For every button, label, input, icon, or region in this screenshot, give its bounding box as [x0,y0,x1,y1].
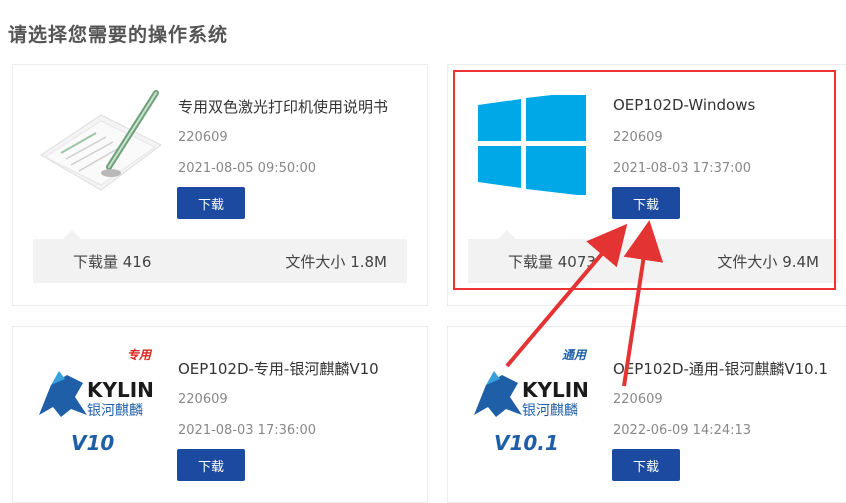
card-stats: 下载量 416 文件大小 1.8M [33,230,407,283]
kylin-brand-label: KYLIN [87,378,154,402]
card-date: 2022-06-09 14:24:13 [613,423,752,438]
kylin-edition-label: 通用 [562,348,588,362]
kylin-logo-icon: 通用 KYLIN 银河麒麟 V10.1 [466,345,606,455]
download-button[interactable]: 下载 [612,449,680,481]
card-version: 220609 [178,392,228,407]
card-stats: 下载量 4073 文件大小 9.4M [468,230,839,283]
card-title: OEP102D-专用-银河麒麟V10 [178,360,379,378]
download-count: 下载量 416 [73,253,152,271]
file-size: 文件大小 1.8M [285,253,387,271]
page-title: 请选择您需要的操作系统 [8,24,229,46]
kylin-version-label: V10.1 [494,431,559,455]
kylin-brand-label: KYLIN [522,378,589,402]
download-card-manual: 专用双色激光打印机使用说明书 220609 2021-08-05 09:50:0… [12,64,428,306]
card-date: 2021-08-03 17:36:00 [178,423,317,438]
card-title: 专用双色激光打印机使用说明书 [178,98,389,116]
card-date: 2021-08-03 17:37:00 [613,161,752,176]
card-version: 220609 [613,392,663,407]
windows-logo-icon [478,91,588,196]
card-version: 220609 [613,130,663,145]
card-title: OEP102D-Windows [613,96,756,114]
kylin-version-label: V10 [71,431,114,455]
kylin-edition-label: 专用 [127,348,153,362]
file-size: 文件大小 9.4M [717,253,819,271]
kylin-cn-label: 银河麒麟 [522,403,578,419]
download-button[interactable]: 下载 [612,187,680,219]
kylin-cn-label: 银河麒麟 [87,403,143,419]
download-button[interactable]: 下载 [177,187,245,219]
download-count: 下载量 4073 [508,253,596,271]
card-version: 220609 [178,130,228,145]
card-title: OEP102D-通用-银河麒麟V10.1 [613,360,828,378]
kylin-logo-icon: 专用 KYLIN 银河麒麟 V10 [31,345,171,455]
download-card-windows: OEP102D-Windows 220609 2021-08-03 17:37:… [447,64,846,306]
card-date: 2021-08-05 09:50:00 [178,161,317,176]
download-button[interactable]: 下载 [177,449,245,481]
download-card-kylin-general: 通用 KYLIN 银河麒麟 V10.1 OEP102D-通用-银河麒麟V10.1… [447,326,846,503]
manual-pen-icon [31,85,171,195]
download-card-kylin-special: 专用 KYLIN 银河麒麟 V10 OEP102D-专用-银河麒麟V10 220… [12,326,428,503]
